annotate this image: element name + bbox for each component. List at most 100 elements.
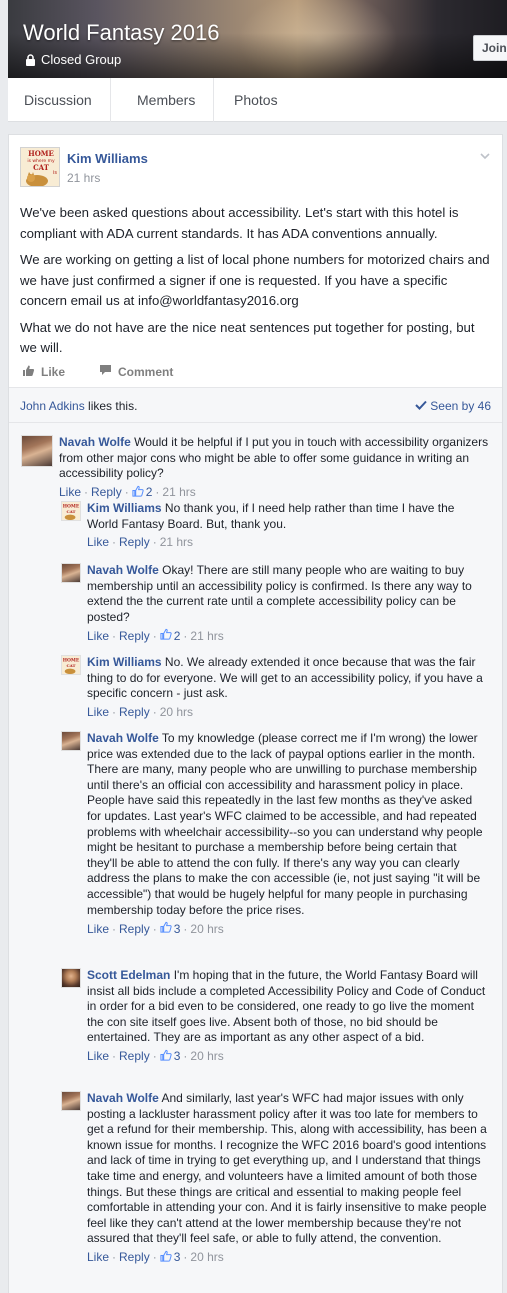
checkmark-icon bbox=[415, 399, 428, 413]
separator: · bbox=[155, 485, 160, 500]
comment-like-count[interactable]: 3 bbox=[160, 1049, 181, 1064]
like-label: Like bbox=[41, 365, 66, 379]
like-count-value: 3 bbox=[173, 921, 181, 936]
separator: · bbox=[152, 921, 157, 936]
comment-author[interactable]: Kim Williams bbox=[87, 501, 162, 515]
comment-reply-link[interactable]: Reply bbox=[91, 485, 122, 499]
avatar[interactable] bbox=[61, 1091, 81, 1111]
avatar-text-home: HOME bbox=[28, 149, 54, 158]
comment-timestamp[interactable]: 20 hrs bbox=[190, 922, 223, 936]
like-count-value: 3 bbox=[173, 1250, 181, 1265]
chevron-down-icon[interactable] bbox=[478, 149, 492, 163]
avatar[interactable]: HOME CAT bbox=[61, 501, 81, 521]
separator: · bbox=[84, 485, 89, 500]
like-count-value: 2 bbox=[145, 485, 153, 500]
comment-text: Navah Wolfe To my knowledge (please corr… bbox=[87, 731, 487, 918]
separator: · bbox=[124, 485, 129, 500]
avatar[interactable]: HOME is where my CAT is bbox=[20, 147, 60, 187]
comment-like-link[interactable]: Like bbox=[87, 629, 109, 643]
comment-author[interactable]: Navah Wolfe bbox=[87, 1091, 159, 1105]
comment-like-count[interactable]: 3 bbox=[160, 921, 181, 936]
comment-like-count[interactable]: 2 bbox=[160, 628, 180, 643]
comment-author[interactable]: Scott Edelman bbox=[87, 968, 170, 982]
comment-timestamp[interactable]: 20 hrs bbox=[160, 705, 193, 719]
post-paragraph: We've been asked questions about accessi… bbox=[20, 205, 459, 241]
thumbs-up-icon bbox=[160, 628, 172, 643]
avatar[interactable] bbox=[61, 563, 81, 583]
thumbs-up-icon bbox=[160, 921, 172, 936]
avatar-image: HOME CAT bbox=[62, 502, 80, 520]
svg-text:CAT: CAT bbox=[66, 509, 75, 514]
seen-label: Seen by 46 bbox=[430, 399, 491, 413]
avatar[interactable]: HOME CAT bbox=[61, 655, 81, 675]
avatar-image bbox=[62, 1092, 80, 1110]
separator: · bbox=[112, 535, 117, 550]
comment-like-link[interactable]: Like bbox=[87, 705, 109, 719]
post-paragraph: We are working on getting a list of loca… bbox=[20, 252, 490, 308]
thumbs-up-icon bbox=[132, 485, 144, 500]
comment-text: Navah Wolfe And similarly, last year's W… bbox=[87, 1091, 487, 1247]
comment-like-link[interactable]: Like bbox=[87, 922, 109, 936]
comment-meta: Like · Reply · 21 hrs bbox=[87, 535, 487, 549]
comment-reply-link[interactable]: Reply bbox=[119, 705, 150, 719]
comment-like-link[interactable]: Like bbox=[87, 1250, 109, 1264]
avatar-image bbox=[22, 436, 52, 466]
post-author[interactable]: Kim Williams bbox=[67, 151, 148, 166]
like-count-value: 3 bbox=[173, 1049, 181, 1064]
liker-link[interactable]: John Adkins bbox=[20, 399, 85, 413]
comment-reply-link[interactable]: Reply bbox=[119, 629, 150, 643]
thumbs-up-icon bbox=[22, 364, 35, 380]
separator: · bbox=[183, 1049, 188, 1064]
comment-timestamp[interactable]: 21 hrs bbox=[160, 535, 193, 549]
comment-like-link[interactable]: Like bbox=[59, 485, 81, 499]
comment-label: Comment bbox=[118, 364, 174, 379]
post-body: We've been asked questions about accessi… bbox=[9, 195, 502, 359]
comment-text: Navah Wolfe Okay! There are still many p… bbox=[87, 563, 487, 625]
group-privacy: Closed Group bbox=[25, 52, 121, 67]
comment-timestamp[interactable]: 20 hrs bbox=[190, 1049, 223, 1063]
likes-suffix: likes this. bbox=[84, 399, 138, 413]
comment-timestamp[interactable]: 20 hrs bbox=[190, 1250, 223, 1264]
separator: · bbox=[152, 1250, 157, 1265]
comment-author[interactable]: Navah Wolfe bbox=[87, 563, 159, 577]
comment-reply-link[interactable]: Reply bbox=[119, 1250, 150, 1264]
comment-timestamp[interactable]: 21 hrs bbox=[190, 629, 223, 643]
comment-meta: Like · Reply · 3 · 20 hrs bbox=[87, 1250, 487, 1265]
group-title[interactable]: World Fantasy 2016 bbox=[23, 20, 219, 46]
comment-reply-link[interactable]: Reply bbox=[119, 535, 150, 549]
post-paragraph: What we do not have are the nice neat se… bbox=[20, 319, 475, 356]
avatar[interactable] bbox=[21, 435, 53, 467]
separator: · bbox=[152, 628, 157, 643]
comment-timestamp[interactable]: 21 hrs bbox=[162, 485, 195, 499]
comment-author[interactable]: Navah Wolfe bbox=[87, 731, 159, 745]
group-privacy-label: Closed Group bbox=[41, 52, 122, 67]
join-group-button[interactable]: Join bbox=[473, 35, 507, 61]
svg-text:CAT: CAT bbox=[66, 663, 75, 668]
comment-text: Kim Williams No. We already extended it … bbox=[87, 655, 487, 702]
comment-author[interactable]: Navah Wolfe bbox=[59, 435, 131, 449]
post-timestamp[interactable]: 21 hrs bbox=[67, 171, 100, 185]
comment-button[interactable]: Comment bbox=[99, 364, 173, 379]
comment-text: Scott Edelman I'm hoping that in the fut… bbox=[87, 968, 487, 1046]
like-button[interactable]: Like bbox=[22, 364, 65, 380]
avatar[interactable] bbox=[61, 731, 81, 751]
separator: · bbox=[183, 628, 188, 643]
comment-author[interactable]: Kim Williams bbox=[87, 655, 162, 669]
tab-discussion[interactable]: Discussion bbox=[8, 78, 110, 122]
comment-icon bbox=[99, 364, 112, 379]
thumbs-up-icon bbox=[160, 1250, 172, 1265]
comment-reply-link[interactable]: Reply bbox=[119, 1049, 150, 1063]
avatar[interactable] bbox=[61, 968, 81, 988]
post-reactions: John Adkins likes this. Seen by 46 bbox=[9, 388, 502, 423]
seen-by[interactable]: Seen by 46 bbox=[415, 399, 491, 413]
comment-reply-link[interactable]: Reply bbox=[119, 922, 150, 936]
comment-meta: Like · Reply · 2 · 21 hrs bbox=[87, 628, 487, 643]
comment-like-link[interactable]: Like bbox=[87, 535, 109, 549]
avatar-image: HOME CAT bbox=[62, 656, 80, 674]
comment-like-count[interactable]: 3 bbox=[160, 1250, 181, 1265]
comment-meta: Like · Reply · 20 hrs bbox=[87, 705, 487, 719]
comment-like-link[interactable]: Like bbox=[87, 1049, 109, 1063]
tab-photos[interactable]: Photos bbox=[213, 78, 278, 122]
comment-like-count[interactable]: 2 bbox=[132, 485, 153, 500]
tab-members[interactable]: Members bbox=[110, 78, 213, 122]
